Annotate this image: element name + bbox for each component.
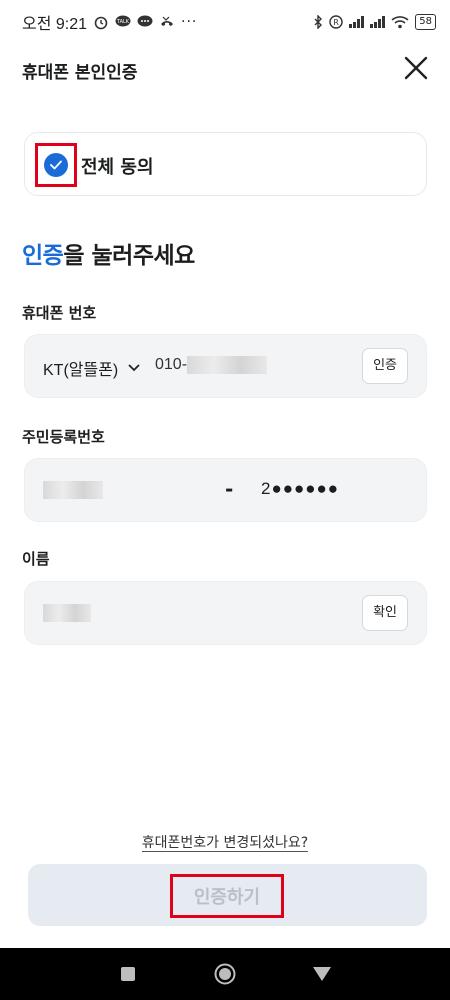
agree-all-label: 전체 동의 — [81, 157, 154, 178]
back-icon — [312, 967, 331, 981]
headline-text: 을 눌러주세요 — [63, 243, 195, 269]
bluetooth-icon — [314, 15, 323, 29]
header: 휴대폰 본인인증 — [0, 44, 450, 92]
alarm-icon — [94, 16, 108, 30]
page-title: 휴대폰 본인인증 — [22, 63, 138, 83]
more-icon: ··· — [181, 14, 198, 30]
carrier-select[interactable]: KT(알뜰폰) — [43, 356, 140, 380]
svg-text:TALK: TALK — [116, 19, 130, 25]
submit-button[interactable]: 인증하기 — [28, 864, 427, 926]
phone-changed-link[interactable]: 휴대폰번호가 변경되셨나요? — [141, 835, 309, 852]
name-field: 확인 — [24, 581, 427, 645]
back-button[interactable] — [302, 954, 342, 994]
phone-number-input[interactable]: 010- — [155, 356, 268, 374]
headline: 인증을 눌러주세요 — [22, 236, 195, 270]
recent-apps-icon — [121, 967, 136, 981]
system-nav-bar — [0, 948, 450, 1000]
submit-label: 인증하기 — [193, 887, 261, 908]
signal-icon — [349, 16, 365, 28]
redacted-block — [187, 356, 268, 374]
phone-number-prefix: 010- — [155, 356, 188, 374]
phone-label: 휴대폰 번호 — [22, 304, 97, 322]
talk-icon: TALK — [115, 15, 131, 27]
headline-accent: 인증 — [22, 243, 64, 269]
rrn-dash: - — [225, 477, 234, 501]
missed-call-icon — [161, 16, 174, 26]
phone-changed-link-wrap: 휴대폰번호가 변경되셨나요? — [0, 832, 450, 852]
recent-apps-button[interactable] — [108, 954, 148, 994]
wifi-icon — [391, 16, 409, 29]
battery-icon: 58 — [415, 14, 436, 30]
message-icon — [137, 15, 153, 27]
svg-text:R: R — [333, 18, 339, 27]
rrn-label: 주민등록번호 — [22, 428, 105, 446]
status-time: 오전 9:21 — [22, 16, 88, 33]
rrn-back-input[interactable]: 2●●●●●● — [261, 479, 339, 499]
agree-all-box[interactable]: 전체 동의 — [24, 132, 427, 196]
phone-field: KT(알뜰폰) 010- 인증 — [24, 334, 427, 398]
signal-icon — [370, 16, 386, 28]
roaming-icon: R — [329, 15, 343, 29]
home-button[interactable] — [205, 954, 245, 994]
close-button[interactable] — [400, 52, 432, 84]
rrn-field: - 2●●●●●● — [24, 458, 427, 522]
phone-verify-button[interactable]: 인증 — [362, 348, 408, 384]
name-label: 이름 — [22, 550, 50, 568]
agree-all-checkbox[interactable] — [44, 153, 68, 177]
home-icon — [214, 963, 236, 985]
submit-highlight: 인증하기 — [170, 874, 284, 918]
close-icon — [404, 56, 428, 80]
carrier-value: KT(알뜰폰) — [43, 362, 119, 379]
status-bar: 오전 9:21 TALK ··· R 58 — [0, 0, 450, 44]
rrn-front-input[interactable] — [43, 481, 103, 499]
check-icon — [50, 160, 62, 170]
name-input[interactable] — [43, 604, 91, 622]
chevron-down-icon — [128, 364, 140, 372]
name-confirm-button[interactable]: 확인 — [362, 595, 408, 631]
agree-all-highlight — [35, 143, 77, 187]
